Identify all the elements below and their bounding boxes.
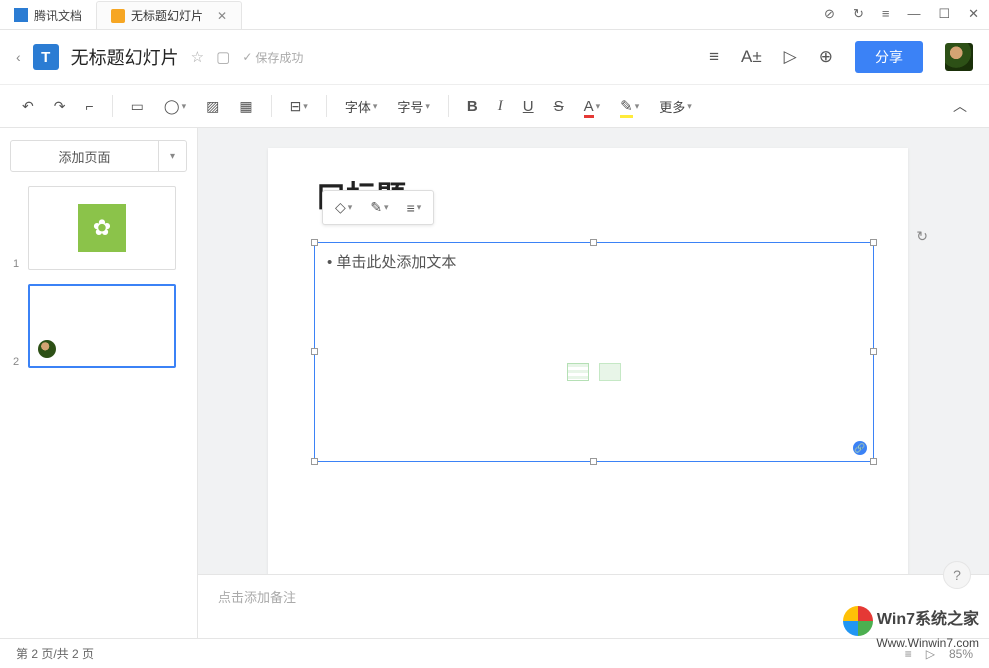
- slide-panel: 添加页面 ▾ 1 ✿ 2: [0, 128, 198, 638]
- font-selector[interactable]: 字体 ▾: [337, 91, 386, 122]
- folder-icon[interactable]: ▢: [216, 48, 230, 66]
- image-button[interactable]: ▨: [198, 92, 227, 121]
- table-placeholder-icon[interactable]: [567, 363, 589, 381]
- header-bar: ‹ T 无标题幻灯片 ☆ ▢ ✓ 保存成功 ≡ A± ▷ ⊕ 分享: [0, 30, 989, 84]
- separator: [112, 95, 113, 117]
- maximize-icon[interactable]: ☐: [938, 6, 950, 22]
- size-selector[interactable]: 字号 ▾: [389, 91, 438, 122]
- resize-handle[interactable]: [590, 458, 597, 465]
- text-style-icon[interactable]: A±: [741, 47, 762, 67]
- thumb-avatar: [38, 340, 56, 358]
- thumb-number: 1: [10, 258, 22, 270]
- close-icon[interactable]: ✕: [217, 9, 227, 23]
- format-painter-button[interactable]: ⌐: [77, 92, 101, 120]
- redo-button[interactable]: ↷: [46, 92, 74, 121]
- share-button[interactable]: 分享: [855, 41, 923, 73]
- add-page-control: 添加页面 ▾: [10, 140, 187, 172]
- save-status: ✓ 保存成功: [242, 49, 303, 66]
- check-icon: ✓: [242, 50, 252, 64]
- highlight-button[interactable]: ✎ ▾: [612, 91, 647, 121]
- refresh-icon[interactable]: ↻: [853, 6, 864, 22]
- textbox-button[interactable]: ▭: [123, 92, 152, 121]
- image-placeholder-icon[interactable]: [599, 363, 621, 381]
- zoom-value[interactable]: 85%: [949, 647, 973, 661]
- rotate-handle[interactable]: ↻: [916, 228, 928, 245]
- content-placeholders: [567, 363, 621, 381]
- slide[interactable]: 口标题 ◇ ▾ ✎ ▾ ≡ ▾ ↻ • 单击此处添加文本: [268, 148, 908, 638]
- thumb-preview-image: ✿: [78, 204, 126, 252]
- page-info: 第 2 页/共 2 页: [16, 645, 94, 662]
- tab-docs-home[interactable]: 腾讯文档: [0, 1, 96, 29]
- resize-handle[interactable]: [870, 458, 877, 465]
- float-toolbar: ◇ ▾ ✎ ▾ ≡ ▾: [322, 190, 434, 225]
- font-color-button[interactable]: A ▾: [576, 92, 609, 121]
- border-button[interactable]: ✎ ▾: [362, 195, 396, 220]
- menu-icon[interactable]: ≡: [882, 6, 890, 22]
- underline-button[interactable]: U: [515, 92, 542, 121]
- table-button[interactable]: ▦: [231, 92, 260, 121]
- text-box[interactable]: • 单击此处添加文本 🔗: [314, 242, 874, 462]
- main-area: 添加页面 ▾ 1 ✿ 2 口标题 ◇ ▾ ✎ ▾ ≡ ▾ ↻: [0, 128, 989, 638]
- collapse-button[interactable]: ︿: [945, 90, 975, 122]
- back-button[interactable]: ‹: [16, 49, 21, 65]
- tencent-docs-icon: [14, 8, 28, 22]
- resize-handle[interactable]: [590, 239, 597, 246]
- status-right: ≡ ▷ 85%: [905, 647, 973, 661]
- notes-placeholder: 点击添加备注: [218, 590, 296, 605]
- resize-handle[interactable]: [311, 458, 318, 465]
- toolbar: ↶ ↷ ⌐ ▭ ◯▾ ▨ ▦ ⊟▾ 字体 ▾ 字号 ▾ B I U S A ▾ …: [0, 84, 989, 128]
- link-badge-icon[interactable]: 🔗: [853, 441, 867, 455]
- add-page-dropdown[interactable]: ▾: [158, 141, 186, 171]
- document-title: 无标题幻灯片: [71, 44, 179, 70]
- app-logo: T: [33, 44, 59, 70]
- tab-label: 无标题幻灯片: [131, 7, 203, 24]
- undo-button[interactable]: ↶: [14, 92, 42, 121]
- resize-handle[interactable]: [870, 239, 877, 246]
- separator: [448, 95, 449, 117]
- thumb-row-2: 2: [10, 284, 187, 368]
- slide-thumb-1[interactable]: ✿: [28, 186, 176, 270]
- block-icon[interactable]: ⊘: [824, 6, 835, 22]
- italic-button[interactable]: I: [490, 92, 511, 121]
- window-controls: ⊘ ↻ ≡ — ☐ ✕: [824, 6, 979, 22]
- resize-handle[interactable]: [870, 348, 877, 355]
- header-actions: ≡ A± ▷ ⊕ 分享: [709, 41, 973, 73]
- slide-thumb-2[interactable]: [28, 284, 176, 368]
- separator: [271, 95, 272, 117]
- resize-handle[interactable]: [311, 239, 318, 246]
- help-button[interactable]: ?: [943, 561, 971, 589]
- notes-area[interactable]: 点击添加备注 ?: [198, 574, 989, 638]
- body-placeholder[interactable]: • 单击此处添加文本: [315, 243, 873, 280]
- align-button[interactable]: ≡ ▾: [399, 195, 430, 220]
- tab-current-doc[interactable]: 无标题幻灯片 ✕: [96, 1, 242, 29]
- add-page-button[interactable]: 添加页面: [11, 141, 158, 171]
- slides-icon: [111, 9, 125, 23]
- thumb-number: 2: [10, 356, 22, 368]
- shape-button[interactable]: ◯▾: [156, 92, 194, 121]
- minimize-icon[interactable]: —: [907, 6, 920, 22]
- resize-handle[interactable]: [311, 348, 318, 355]
- more-button[interactable]: 更多 ▾: [651, 91, 700, 122]
- tab-label: 腾讯文档: [34, 7, 82, 24]
- list-icon[interactable]: ≡: [709, 47, 719, 67]
- strike-button[interactable]: S: [546, 92, 572, 121]
- status-bar: 第 2 页/共 2 页 ≡ ▷ 85%: [0, 638, 989, 668]
- bold-button[interactable]: B: [459, 92, 486, 121]
- present-icon[interactable]: ▷: [926, 647, 935, 661]
- layout-button[interactable]: ⊟▾: [282, 92, 316, 121]
- add-user-icon[interactable]: ⊕: [819, 47, 833, 67]
- thumb-row-1: 1 ✿: [10, 186, 187, 270]
- play-icon[interactable]: ▷: [784, 47, 797, 67]
- fill-color-button[interactable]: ◇ ▾: [327, 195, 360, 220]
- star-icon[interactable]: ☆: [191, 48, 204, 66]
- close-window-icon[interactable]: ✕: [968, 6, 979, 22]
- browser-tabs: 腾讯文档 无标题幻灯片 ✕ ⊘ ↻ ≡ — ☐ ✕: [0, 0, 989, 30]
- notes-toggle-icon[interactable]: ≡: [905, 647, 912, 661]
- avatar[interactable]: [945, 43, 973, 71]
- canvas: 口标题 ◇ ▾ ✎ ▾ ≡ ▾ ↻ • 单击此处添加文本: [198, 128, 989, 638]
- separator: [326, 95, 327, 117]
